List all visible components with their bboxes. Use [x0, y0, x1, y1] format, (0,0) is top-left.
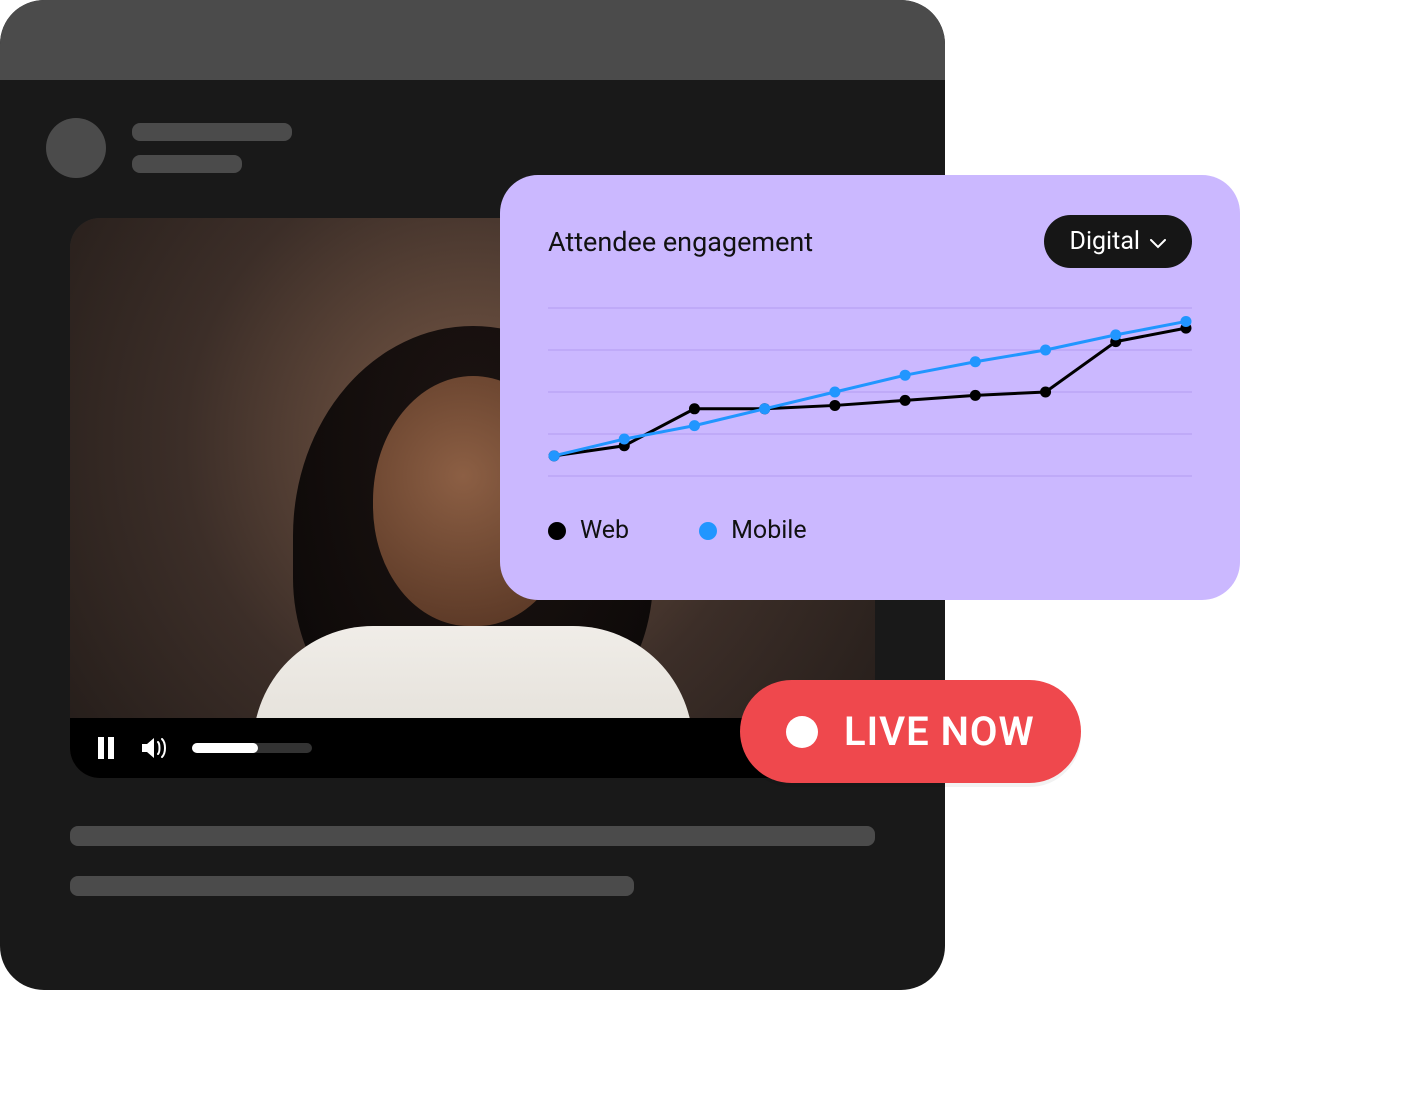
chart-legend: Web Mobile	[548, 516, 1192, 545]
filter-dropdown[interactable]: Digital	[1044, 215, 1192, 268]
legend-dot-icon	[548, 522, 566, 540]
pause-icon[interactable]	[96, 737, 116, 759]
placeholder-line	[132, 155, 242, 173]
engagement-chart-card: Attendee engagement Digital Web Mobile	[500, 175, 1240, 600]
placeholder-line	[70, 826, 875, 846]
live-label: LIVE NOW	[844, 708, 1035, 755]
progress-bar[interactable]	[192, 743, 312, 753]
chart-title: Attendee engagement	[548, 226, 813, 258]
live-now-badge[interactable]: LIVE NOW	[740, 680, 1081, 783]
legend-item-mobile: Mobile	[699, 516, 807, 545]
post-header-text-placeholder	[132, 123, 292, 173]
live-indicator-icon	[786, 716, 818, 748]
volume-icon[interactable]	[140, 736, 168, 760]
placeholder-line	[70, 876, 634, 896]
post-body-placeholder	[0, 778, 945, 896]
legend-label: Mobile	[731, 516, 807, 545]
legend-item-web: Web	[548, 516, 629, 545]
filter-dropdown-label: Digital	[1070, 227, 1140, 256]
avatar	[46, 118, 106, 178]
legend-dot-icon	[699, 522, 717, 540]
chart-plot	[548, 302, 1192, 482]
legend-label: Web	[580, 516, 629, 545]
progress-fill	[192, 743, 258, 753]
post-header	[0, 80, 945, 178]
chevron-down-icon	[1150, 227, 1166, 256]
window-titlebar	[0, 0, 945, 80]
placeholder-line	[132, 123, 292, 141]
